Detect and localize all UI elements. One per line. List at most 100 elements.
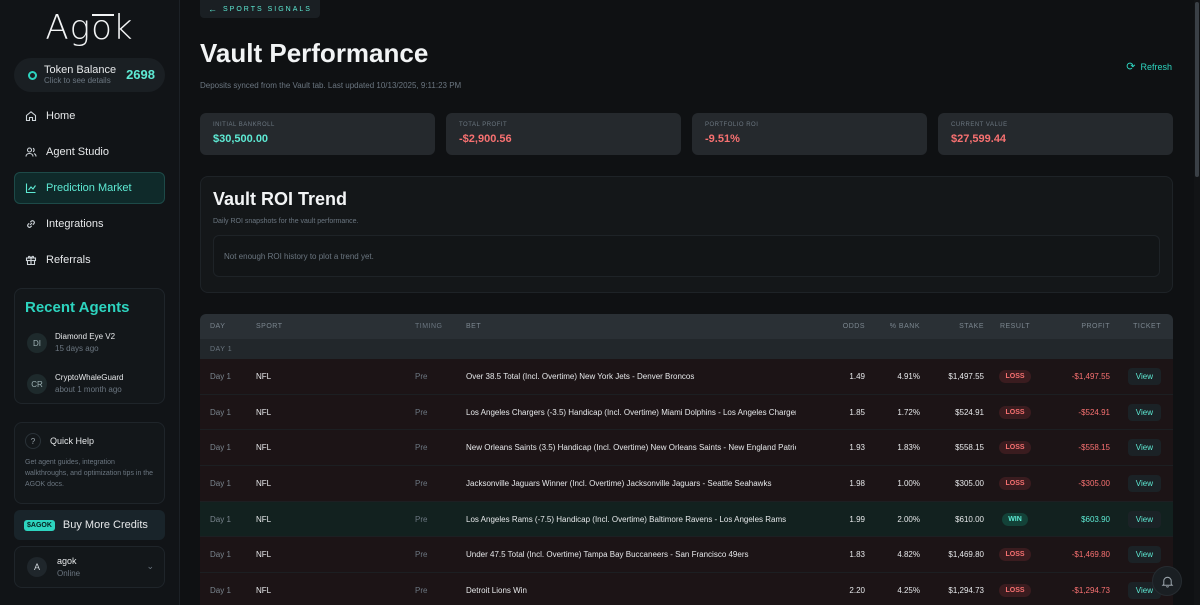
stat-value: $30,500.00 [213,133,269,145]
link-icon [25,218,37,230]
cell-odds: 1.85 [849,407,865,417]
token-amount: 2698 [126,67,155,82]
cell-bet: Jacksonville Jaguars Winner (Incl. Overt… [466,478,772,488]
view-ticket-button[interactable]: View [1127,474,1161,492]
cell-profit: -$1,294.73 [1071,585,1110,595]
stat-label: TOTAL PROFIT [459,122,508,128]
cell-result: LOSS [984,548,1046,562]
cell-timing: Pre [415,585,428,595]
cell-profit: -$1,497.55 [1071,371,1110,381]
sidebar-item-agent-studio[interactable]: Agent Studio [14,136,165,168]
table-row: Day 1 NFL Pre Over 38.5 Total (Incl. Overti… [200,359,1173,395]
cell-day: Day 1 [210,585,231,595]
stat-initial-bankroll: INITIAL BANKROLL $30,500.00 [200,113,435,155]
home-icon [25,110,37,122]
buy-credits-button[interactable]: $AGOK Buy More Credits [14,510,165,540]
cell-sport: NFL [256,514,272,524]
chevron-down-icon: ⌄ [146,561,154,571]
buy-credits-label: Buy More Credits [62,519,148,531]
view-ticket-button[interactable]: View [1127,367,1161,385]
col-day[interactable]: DAY [200,323,246,330]
recent-agent-item[interactable]: CR CryptoWhaleGuard about 1 month ago [25,367,154,401]
view-ticket-button[interactable]: View [1127,403,1161,421]
notification-button[interactable] [1152,566,1182,596]
token-balance-card[interactable]: Token Balance Click to see details 2698 [14,58,165,92]
agent-time: 15 days ago [55,344,99,353]
cell-day: Day 1 [210,371,231,381]
cell-ticket: View [1110,546,1173,564]
user-menu[interactable]: A agok Online ⌄ [14,546,165,588]
arrow-left-icon: ← [208,4,217,14]
cell-sport: NFL [256,478,272,488]
sidebar-item-referrals[interactable]: Referrals [14,244,165,276]
col-bet[interactable]: BET [466,323,796,330]
col-timing[interactable]: TIMING [415,323,466,330]
stat-current-value: CURRENT VALUE $27,599.44 [938,113,1173,155]
col-odds[interactable]: ODDS [796,323,865,330]
refresh-button[interactable]: ⟳ Refresh [1126,60,1172,73]
col-stake[interactable]: STAKE [920,323,984,330]
roi-trend-panel: Vault ROI Trend Daily ROI snapshots for … [200,176,1173,293]
breadcrumb[interactable]: ← SPORTS SIGNALS [200,0,320,18]
stat-value: -9.51% [705,133,740,145]
agent-avatar: DI [27,333,47,353]
cell-odds: 1.49 [849,371,865,381]
cell-sport: NFL [256,550,272,560]
cell-odds: 1.98 [849,478,865,488]
col-bank[interactable]: % BANK [865,323,920,330]
cell-timing: Pre [415,514,428,524]
cell-sport: NFL [256,443,272,453]
sidebar-item-label: Prediction Market [46,182,132,194]
table-row: Day 1 NFL Pre Jacksonville Jaguars Winner (… [200,466,1173,502]
logo[interactable]: Agok [14,0,165,52]
cell-ticket: View [1110,367,1173,385]
bets-table: DAY SPORT TIMING BET ODDS % BANK STAKE R… [200,314,1173,605]
cell-stake: $1,497.55 [948,371,984,381]
cell-bet: Detroit Lions Win [466,585,527,595]
cell-odds: 2.20 [849,585,865,595]
bell-icon [1161,576,1173,588]
cell-stake: $524.91 [955,407,984,417]
status-badge: LOSS [999,583,1031,597]
cell-day: Day 1 [210,478,231,488]
col-profit[interactable]: PROFIT [1046,323,1110,330]
cell-bet: Los Angeles Chargers (-3.5) Handicap (In… [466,407,796,417]
table-row: Day 1 NFL Pre New Orleans Saints (3.5) Hand… [200,430,1173,467]
chart-icon [25,182,37,194]
table-row: Day 1 NFL Pre Los Angeles Chargers (-3.5) H… [200,394,1173,431]
scrollbar-thumb[interactable] [1195,2,1199,177]
cell-ticket: View [1110,474,1173,492]
view-ticket-button[interactable]: View [1127,510,1161,528]
col-ticket[interactable]: TICKET [1110,323,1173,330]
stat-label: PORTFOLIO ROI [705,122,759,128]
cell-odds: 1.99 [849,514,865,524]
agent-avatar: CR [27,374,47,394]
roi-trend-subtitle: Daily ROI snapshots for the vault perfor… [213,218,359,225]
cell-bet: New Orleans Saints (3.5) Handicap (Incl.… [466,443,796,453]
cell-bank: 4.82% [897,550,920,560]
refresh-label: Refresh [1140,61,1172,72]
quick-help-card[interactable]: ? Quick Help Get agent guides, integrati… [14,422,165,504]
quick-help-title: Quick Help [50,436,95,446]
stat-label: INITIAL BANKROLL [213,122,275,128]
user-status: Online [57,569,81,578]
cell-profit: $603.90 [1081,514,1110,524]
col-sport[interactable]: SPORT [246,323,415,330]
col-result[interactable]: RESULT [984,323,1046,330]
view-ticket-button[interactable]: View [1127,546,1161,564]
sidebar-item-label: Referrals [46,254,91,266]
sidebar-item-integrations[interactable]: Integrations [14,208,165,240]
roi-trend-title: Vault ROI Trend [213,189,348,209]
stat-value: -$2,900.56 [459,133,512,145]
page-subtitle: Deposits synced from the Vault tab. Last… [200,81,462,90]
recent-agent-item[interactable]: DI Diamond Eye V2 15 days ago [25,326,154,360]
token-label: Token Balance [44,64,117,76]
sidebar-item-home[interactable]: Home [14,100,165,132]
scrollbar[interactable] [1194,0,1200,605]
token-hint: Click to see details [44,76,111,85]
table-row: Day 1 NFL Pre Under 47.5 Total (Incl. Overt… [200,537,1173,574]
sidebar-item-label: Agent Studio [46,146,109,158]
status-badge: LOSS [999,548,1031,562]
sidebar-item-prediction-market[interactable]: Prediction Market [14,172,165,204]
view-ticket-button[interactable]: View [1127,439,1161,457]
